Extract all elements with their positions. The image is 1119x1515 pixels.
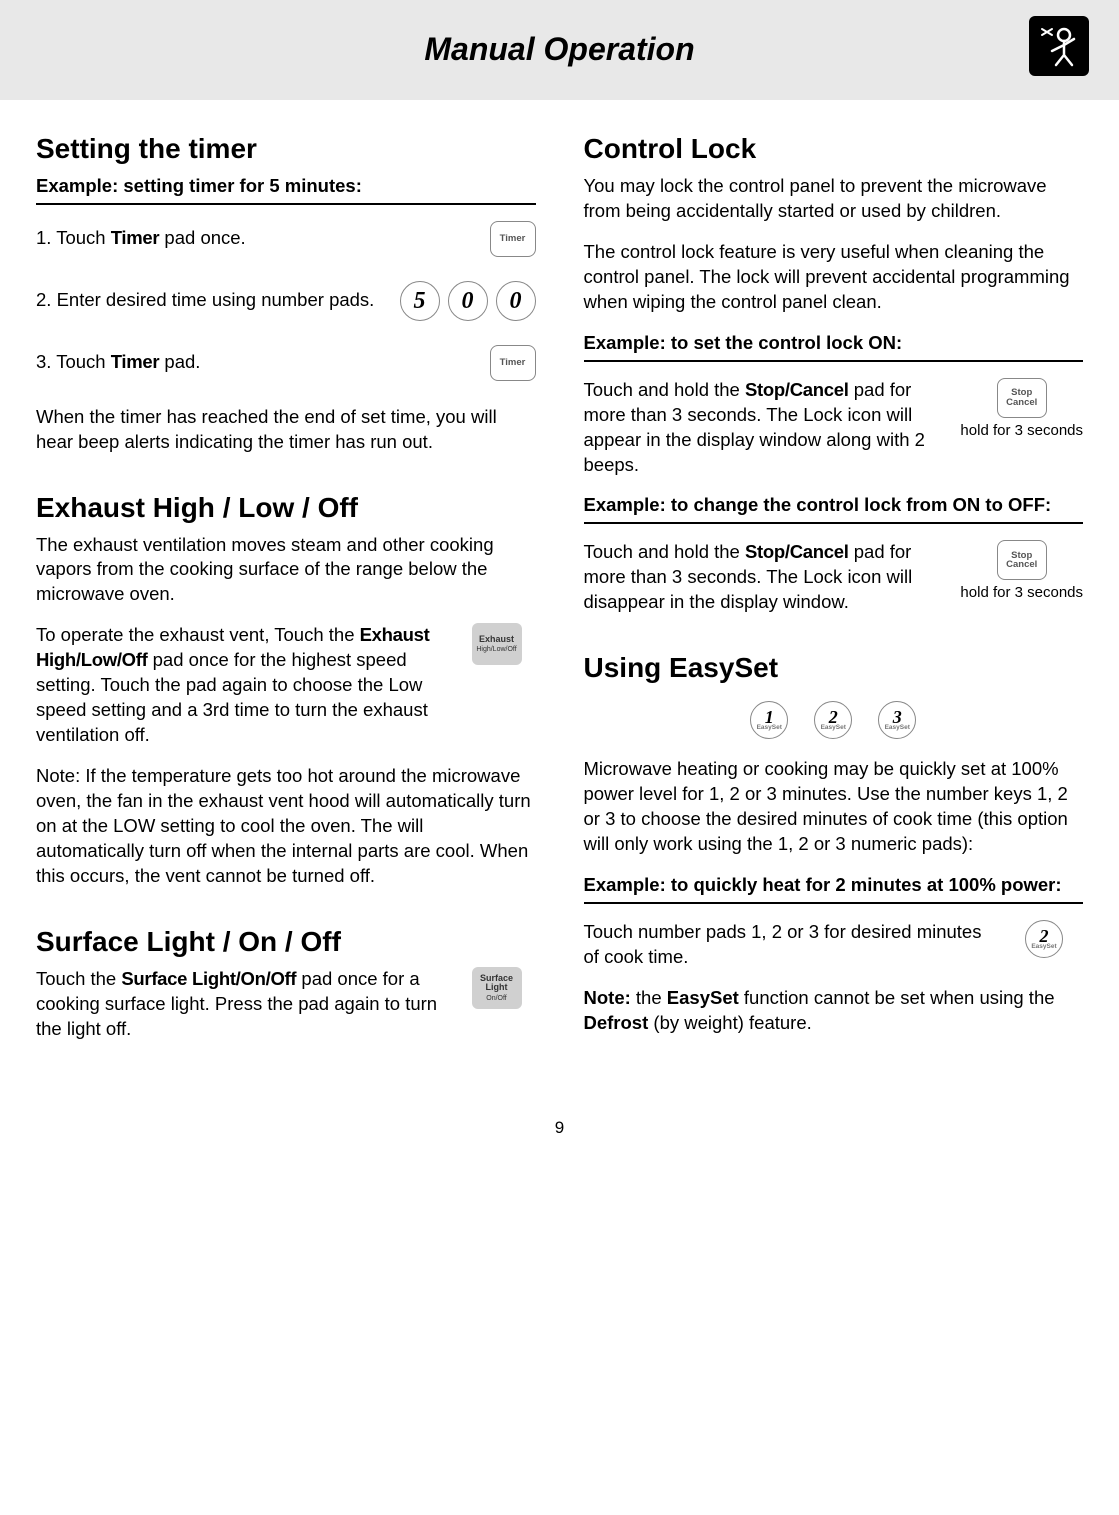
- timer-step-3: 3. Touch Timer pad. Timer: [36, 345, 536, 381]
- timer-step-1: 1. Touch Timer pad once. Timer: [36, 221, 536, 257]
- surface-light-section: Surface Light / On / Off Touch the Surfa…: [36, 923, 536, 1042]
- exhaust-heading: Exhaust High / Low / Off: [36, 489, 536, 527]
- exhaust-p1: The exhaust ventilation moves steam and …: [36, 533, 536, 608]
- timer-step-1-text: 1. Touch Timer pad once.: [36, 226, 480, 251]
- setting-timer-section: Setting the timer Example: setting timer…: [36, 130, 536, 455]
- lock-on-text: Touch and hold the Stop/Cancel pad for m…: [584, 378, 947, 478]
- setting-timer-heading: Setting the timer: [36, 130, 536, 168]
- timer-button-icon: Timer: [490, 221, 536, 257]
- exhaust-instruction-text: To operate the exhaust vent, Touch the E…: [36, 623, 444, 748]
- timer-step-3-text: 3. Touch Timer pad.: [36, 350, 480, 375]
- page-number: 9: [0, 1117, 1119, 1140]
- surface-heading: Surface Light / On / Off: [36, 923, 536, 961]
- lock-on-row: Touch and hold the Stop/Cancel pad for m…: [584, 378, 1084, 478]
- easyset-heading: Using EasySet: [584, 649, 1084, 687]
- control-lock-section: Control Lock You may lock the control pa…: [584, 130, 1084, 615]
- control-lock-heading: Control Lock: [584, 130, 1084, 168]
- exhaust-instruction-row: To operate the exhaust vent, Touch the E…: [36, 623, 536, 748]
- stop-cancel-button-icon: Stop Cancel: [997, 540, 1047, 580]
- timer-step-2: 2. Enter desired time using number pads.…: [36, 281, 536, 321]
- easyset-pads-row: 1EasySet 2EasySet 3EasySet: [584, 701, 1084, 739]
- easyset-quick-text: Touch number pads 1, 2 or 3 for desired …: [584, 920, 992, 970]
- hold-caption: hold for 3 seconds: [960, 584, 1083, 602]
- right-column: Control Lock You may lock the control pa…: [584, 130, 1084, 1076]
- exhaust-section: Exhaust High / Low / Off The exhaust ven…: [36, 489, 536, 889]
- timer-example-header: Example: setting timer for 5 minutes:: [36, 174, 536, 205]
- lock-on-example-header: Example: to set the control lock ON:: [584, 331, 1084, 362]
- lock-off-example-header: Example: to change the control lock from…: [584, 493, 1084, 524]
- easyset-pad-2-icon: 2EasySet: [1025, 920, 1063, 958]
- page-header: Manual Operation: [0, 0, 1119, 100]
- exhaust-button-icon: Exhaust High/Low/Off: [472, 623, 522, 665]
- lock-off-row: Touch and hold the Stop/Cancel pad for m…: [584, 540, 1084, 615]
- easyset-quick-row: Touch number pads 1, 2 or 3 for desired …: [584, 920, 1084, 970]
- easyset-pad-1: 1EasySet: [750, 701, 788, 739]
- easyset-p1: Microwave heating or cooking may be quic…: [584, 757, 1084, 857]
- timer-after-text: When the timer has reached the end of se…: [36, 405, 536, 455]
- easyset-section: Using EasySet 1EasySet 2EasySet 3EasySet…: [584, 649, 1084, 1036]
- surface-instruction-text: Touch the Surface Light/On/Off pad once …: [36, 967, 444, 1042]
- easyset-example-header: Example: to quickly heat for 2 minutes a…: [584, 873, 1084, 904]
- surface-light-button-icon: Surface Light On/Off: [472, 967, 522, 1009]
- exhaust-note: Note: If the temperature gets too hot ar…: [36, 764, 536, 889]
- control-lock-p2: The control lock feature is very useful …: [584, 240, 1084, 315]
- timer-step-2-text: 2. Enter desired time using number pads.: [36, 288, 390, 313]
- easyset-pad-3: 3EasySet: [878, 701, 916, 739]
- number-pad-0: 0: [496, 281, 536, 321]
- manual-operation-icon: [1029, 16, 1089, 76]
- hold-caption: hold for 3 seconds: [960, 422, 1083, 440]
- control-lock-p1: You may lock the control panel to preven…: [584, 174, 1084, 224]
- stop-cancel-button-icon: Stop Cancel: [997, 378, 1047, 418]
- timer-button-icon: Timer: [490, 345, 536, 381]
- surface-instruction-row: Touch the Surface Light/On/Off pad once …: [36, 967, 536, 1042]
- main-content: Setting the timer Example: setting timer…: [0, 100, 1119, 1096]
- left-column: Setting the timer Example: setting timer…: [36, 130, 536, 1076]
- number-pad-5: 5: [400, 281, 440, 321]
- lock-off-text: Touch and hold the Stop/Cancel pad for m…: [584, 540, 947, 615]
- page-title: Manual Operation: [424, 28, 694, 71]
- easyset-note: Note: the EasySet function cannot be set…: [584, 986, 1084, 1036]
- number-pad-0: 0: [448, 281, 488, 321]
- easyset-pad-2: 2EasySet: [814, 701, 852, 739]
